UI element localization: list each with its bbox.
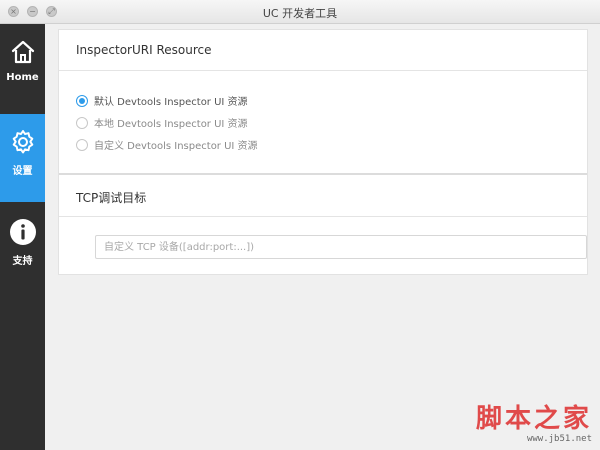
gear-icon xyxy=(9,128,37,156)
sidebar: Home 设置 支持 xyxy=(0,24,45,450)
section-separator xyxy=(59,173,587,175)
watermark: 脚本之家 www.jb51.net xyxy=(476,405,592,444)
watermark-logo-text: 脚本之家 xyxy=(475,404,592,434)
sidebar-item-settings[interactable]: 设置 xyxy=(0,114,45,202)
info-icon xyxy=(9,218,37,246)
home-icon xyxy=(9,38,37,66)
inspector-option-default[interactable]: 默认 Devtools Inspector UI 资源 xyxy=(76,93,248,108)
title-bar: × − ⤢ UC 开发者工具 xyxy=(0,0,600,24)
sidebar-item-label: 设置 xyxy=(12,166,33,177)
sidebar-item-label: 支持 xyxy=(12,256,33,267)
radio-label: 本地 Devtools Inspector UI 资源 xyxy=(94,119,248,130)
window-title: UC 开发者工具 xyxy=(262,7,338,20)
divider xyxy=(59,216,587,217)
inspector-option-custom[interactable]: 自定义 Devtools Inspector UI 资源 xyxy=(76,137,258,152)
radio-label: 默认 Devtools Inspector UI 资源 xyxy=(94,97,248,108)
sidebar-item-label: Home xyxy=(6,72,39,83)
sidebar-item-home[interactable]: Home xyxy=(0,24,45,112)
radio-button[interactable] xyxy=(76,116,88,129)
radio-button[interactable] xyxy=(76,138,88,151)
divider xyxy=(59,70,587,71)
settings-panel: InspectorURI Resource 默认 Devtools Inspec… xyxy=(58,29,588,275)
watermark-url: www.jb51.net xyxy=(526,434,592,444)
tcp-device-input[interactable] xyxy=(95,235,587,259)
tcp-section-title: TCP调试目标 xyxy=(76,191,147,205)
radio-button[interactable] xyxy=(76,94,88,107)
inspector-section-title: InspectorURI Resource xyxy=(76,43,212,57)
radio-label: 自定义 Devtools Inspector UI 资源 xyxy=(94,141,258,152)
inspector-option-local[interactable]: 本地 Devtools Inspector UI 资源 xyxy=(76,115,248,130)
sidebar-item-support[interactable]: 支持 xyxy=(0,204,45,292)
